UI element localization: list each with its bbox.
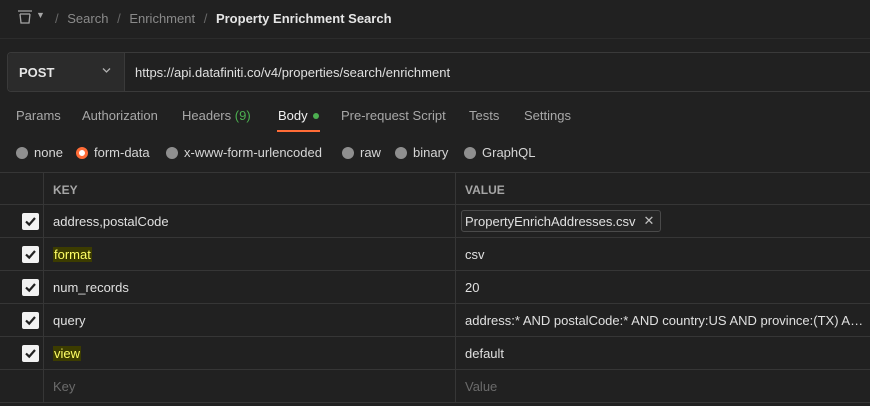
checkbox-checked-icon	[25, 283, 36, 293]
checkbox-checked-icon	[25, 349, 36, 359]
table-row: query address:* AND postalCode:* AND cou…	[0, 304, 870, 337]
active-tab-indicator	[277, 130, 320, 132]
close-icon[interactable]: ✕	[644, 213, 655, 229]
body-type-selector: none form-data x-www-form-urlencoded raw…	[0, 140, 870, 164]
breadcrumb-item-search[interactable]: Search	[67, 11, 108, 26]
tab-settings[interactable]: Settings	[524, 108, 571, 123]
key-cell[interactable]: view	[44, 337, 456, 369]
radio-form-data[interactable]: form-data	[76, 145, 150, 160]
table-row: view default	[0, 337, 870, 370]
value-cell[interactable]: 20	[456, 271, 870, 303]
value-cell[interactable]: csv	[456, 238, 870, 270]
radio-graphql-label: GraphQL	[482, 145, 536, 160]
value-cell[interactable]: address:* AND postalCode:* AND country:U…	[456, 304, 870, 336]
collection-icon[interactable]	[17, 10, 33, 24]
file-name: PropertyEnrichAddresses.csv	[465, 213, 636, 229]
value-placeholder: Value	[465, 379, 498, 394]
row-checkbox[interactable]	[22, 213, 39, 230]
value-cell[interactable]: PropertyEnrichAddresses.csv ✕	[456, 205, 870, 237]
radio-graphql-circle	[464, 146, 476, 159]
key-text: format	[53, 247, 92, 262]
value-column-header: VALUE	[465, 183, 505, 197]
url-input[interactable]: https://api.datafiniti.co/v4/properties/…	[135, 65, 450, 80]
radio-raw[interactable]: raw	[342, 145, 381, 160]
caret-down-icon[interactable]: ▼	[36, 10, 45, 20]
method-label: POST	[19, 65, 55, 80]
tab-headers-label: Headers	[182, 108, 232, 123]
row-checkbox[interactable]	[22, 312, 39, 329]
key-column-header: KEY	[53, 183, 78, 197]
key-placeholder: Key	[53, 379, 76, 394]
request-title[interactable]: Property Enrichment Search	[216, 11, 392, 26]
new-row: Key Value	[0, 370, 870, 403]
key-text: view	[53, 346, 82, 361]
tab-pre-request-script[interactable]: Pre-request Script	[341, 108, 446, 123]
new-key-input[interactable]: Key	[44, 370, 456, 402]
table-row: num_records 20	[0, 271, 870, 304]
radio-binary-circle	[395, 146, 407, 159]
checkbox-checked-icon	[25, 316, 36, 326]
method-select[interactable]: POST	[8, 53, 125, 91]
top-bar: ▼ / Search / Enrichment / Property Enric…	[0, 0, 870, 39]
headers-count-badge: (9)	[234, 108, 251, 123]
key-cell[interactable]: query	[44, 304, 456, 336]
radio-raw-circle	[342, 146, 354, 159]
key-text: num_records	[53, 280, 129, 295]
table-row: address,postalCode PropertyEnrichAddress…	[0, 205, 870, 238]
tab-body[interactable]: Body	[278, 108, 319, 123]
radio-x-www-form-urlencoded[interactable]: x-www-form-urlencoded	[166, 145, 322, 160]
value-text: address:* AND postalCode:* AND country:U…	[465, 313, 865, 328]
value-cell[interactable]: default	[456, 337, 870, 369]
new-value-input[interactable]: Value	[456, 370, 870, 402]
table-row: format csv	[0, 238, 870, 271]
radio-none-circle	[16, 146, 28, 159]
body-active-dot	[312, 112, 319, 119]
radio-none[interactable]: none	[16, 145, 63, 160]
radio-graphql[interactable]: GraphQL	[464, 145, 535, 160]
key-text: query	[53, 313, 86, 328]
breadcrumb-item-enrichment[interactable]: Enrichment	[129, 11, 195, 26]
url-bar: POST https://api.datafiniti.co/v4/proper…	[7, 52, 870, 92]
radio-binary[interactable]: binary	[395, 145, 448, 160]
radio-raw-label: raw	[360, 145, 381, 160]
key-cell[interactable]: num_records	[44, 271, 456, 303]
radio-urlencoded-circle	[166, 146, 178, 159]
tab-tests[interactable]: Tests	[469, 108, 499, 123]
checkbox-checked-icon	[25, 250, 36, 260]
key-text: address,postalCode	[53, 214, 169, 229]
radio-none-label: none	[34, 145, 63, 160]
value-text: default	[465, 346, 505, 361]
key-cell[interactable]: address,postalCode	[44, 205, 456, 237]
request-tabs: Params Authorization Headers (9) Body Pr…	[0, 100, 870, 132]
radio-form-data-label: form-data	[94, 145, 150, 160]
file-chip[interactable]: PropertyEnrichAddresses.csv ✕	[461, 210, 662, 232]
radio-binary-label: binary	[413, 145, 449, 160]
breadcrumb: / Search / Enrichment / Property Enrichm…	[55, 11, 392, 26]
tab-params[interactable]: Params	[16, 108, 61, 123]
key-cell[interactable]: format	[44, 238, 456, 270]
radio-form-data-circle	[76, 146, 88, 159]
radio-urlencoded-label: x-www-form-urlencoded	[184, 145, 322, 160]
row-checkbox[interactable]	[22, 345, 39, 362]
row-checkbox[interactable]	[22, 246, 39, 263]
table-header-row: KEY VALUE	[0, 172, 870, 205]
tab-headers[interactable]: Headers (9)	[182, 108, 251, 123]
row-checkbox[interactable]	[22, 279, 39, 296]
chevron-down-icon	[102, 68, 111, 73]
checkbox-checked-icon	[25, 217, 36, 227]
value-text: csv	[465, 247, 485, 262]
tab-authorization[interactable]: Authorization	[82, 108, 158, 123]
value-text: 20	[465, 280, 480, 295]
tab-body-label: Body	[278, 108, 308, 123]
